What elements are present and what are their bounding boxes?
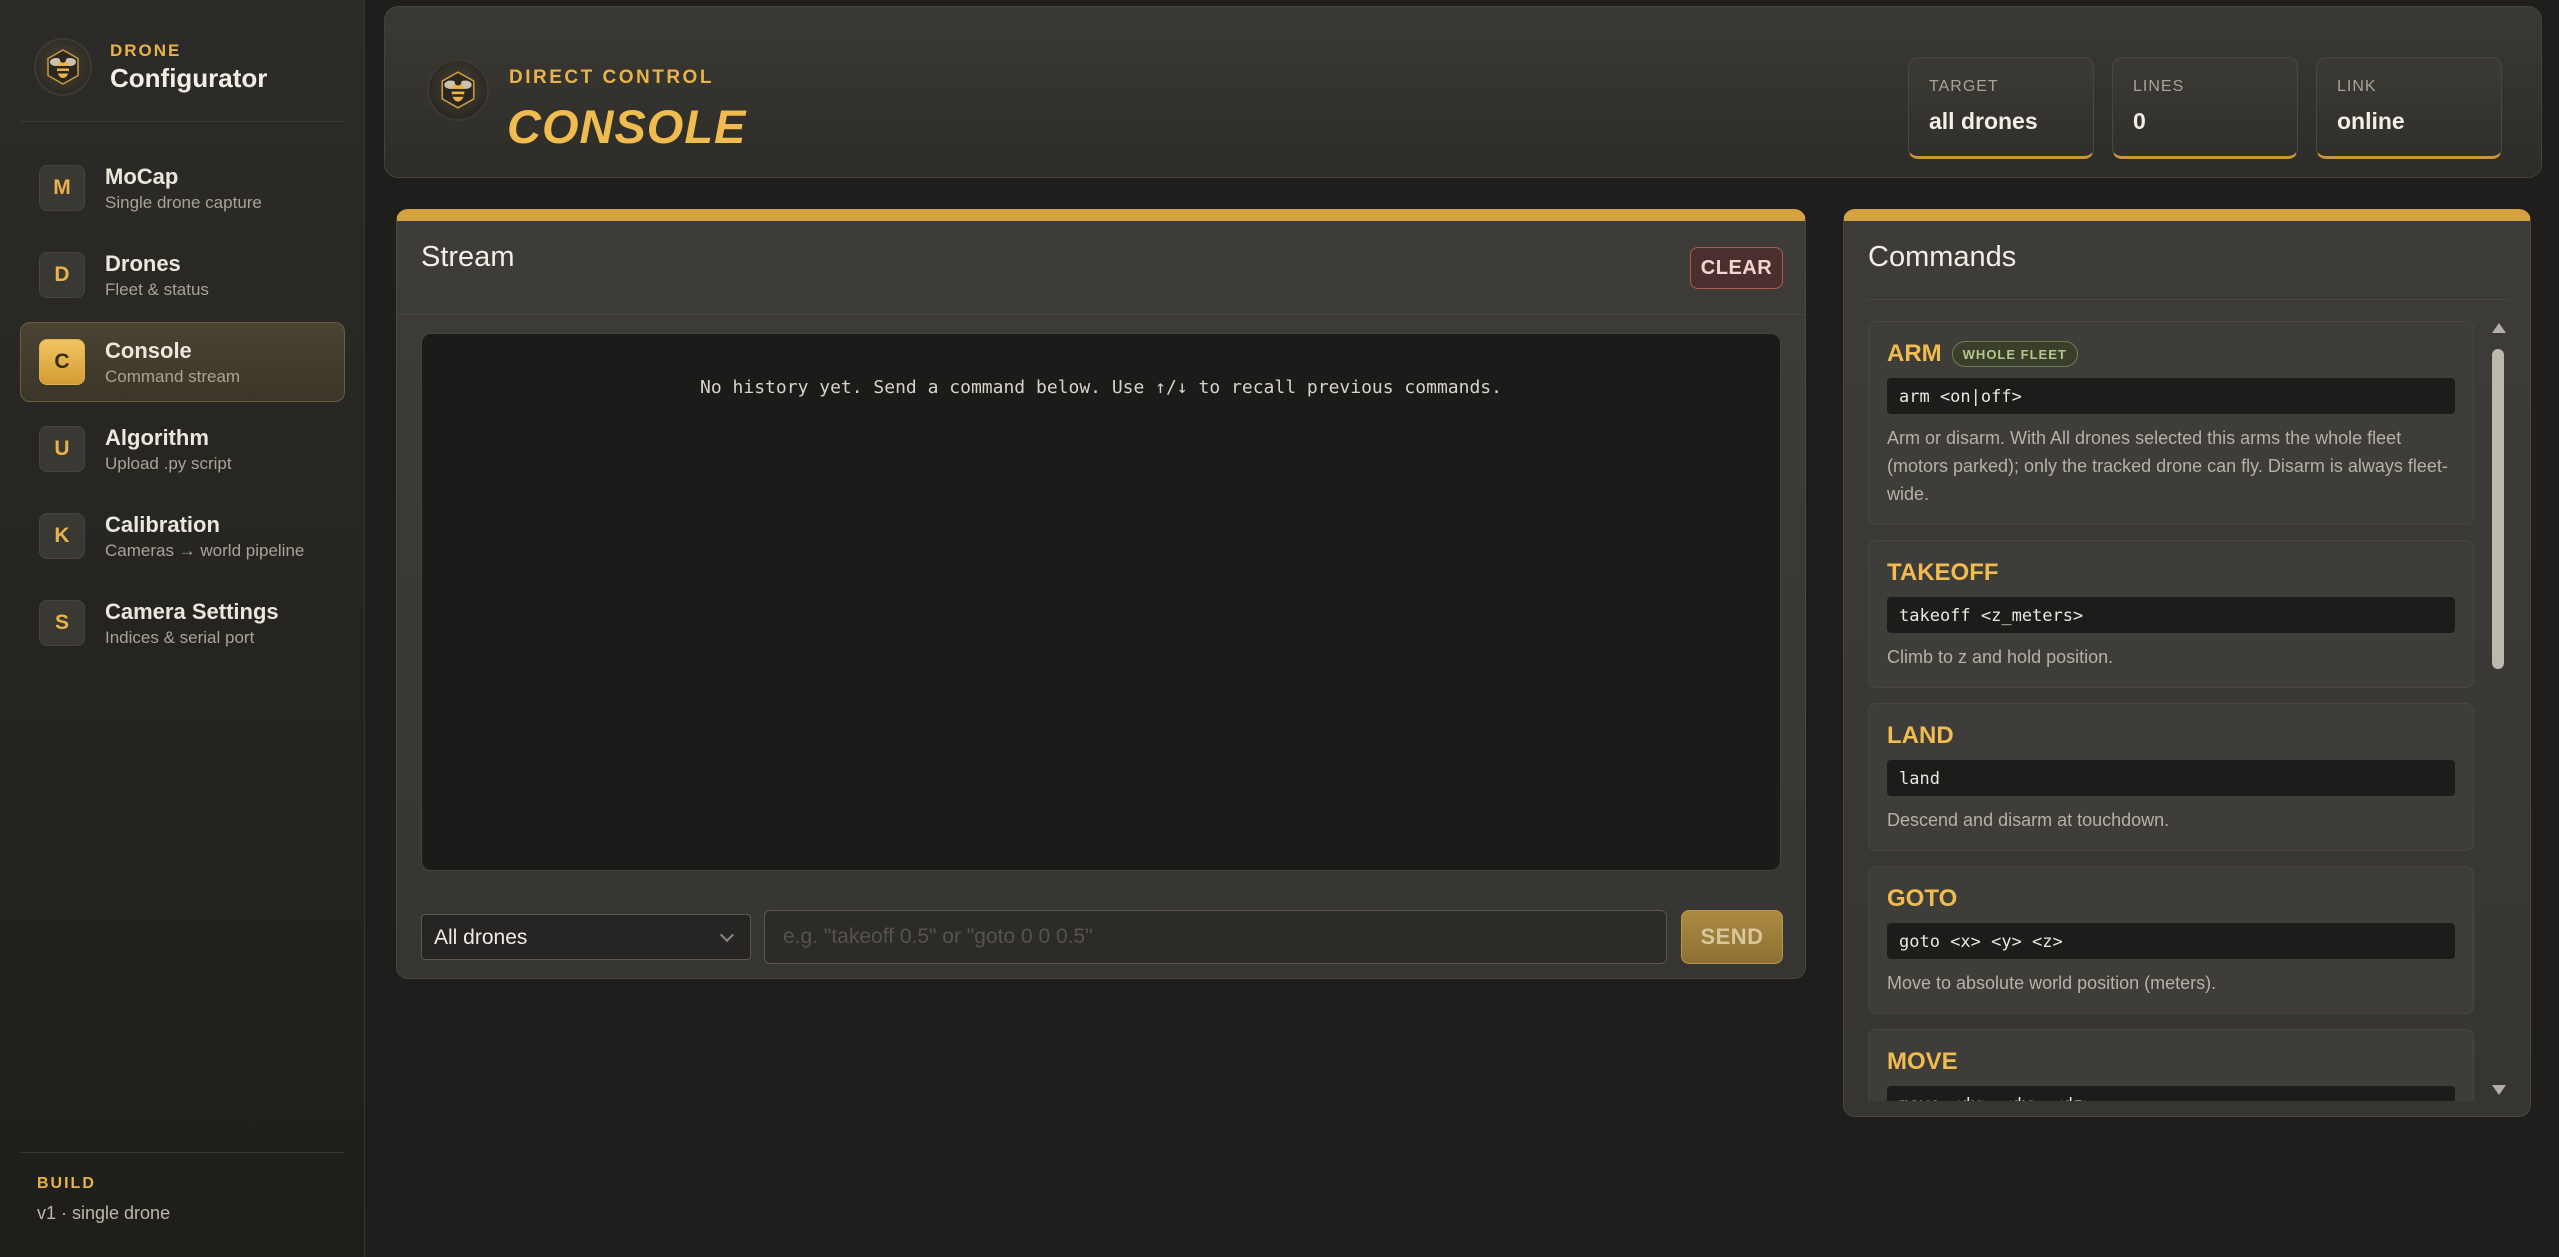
scrollbar-thumb[interactable] xyxy=(2492,349,2504,669)
sidebar-item-label: Algorithm xyxy=(105,424,209,450)
command-description: Climb to z and hold position. xyxy=(1887,647,2114,667)
sidebar-item-subtitle: Cameras → world pipeline xyxy=(105,540,305,560)
command-syntax: move <dx> <dy> <dz> xyxy=(1887,1086,2455,1101)
commands-title: Commands xyxy=(1868,241,2017,273)
command-card-arm[interactable]: ARM WHOLE FLEET arm <on|off> Arm or disa… xyxy=(1868,321,2474,525)
clear-button[interactable]: CLEAR xyxy=(1690,247,1783,289)
command-card-goto[interactable]: GOTO goto <x> <y> <z> Move to absolute w… xyxy=(1868,866,2474,1014)
sidebar-item-label: Calibration xyxy=(105,511,220,537)
sidebar-nav: M MoCap Single drone capture D Drones Fl… xyxy=(20,148,345,670)
brand: DRONE Configurator xyxy=(34,38,267,96)
stat-target: TARGET all drones xyxy=(1908,57,2094,159)
stat-value: 0 xyxy=(2133,108,2146,134)
stat-label: LINK xyxy=(2337,78,2377,95)
build-label: BUILD xyxy=(37,1175,96,1192)
sidebar-item-label: Console xyxy=(105,337,192,363)
chevron-down-icon xyxy=(719,927,735,943)
sidebar-divider xyxy=(20,121,344,122)
command-card-land[interactable]: LAND land Descend and disarm at touchdow… xyxy=(1868,703,2474,851)
page-header: DIRECT CONTROL CONSOLE TARGET all drones… xyxy=(384,6,2542,178)
nav-badge: M xyxy=(39,165,85,211)
command-syntax: takeoff <z_meters> xyxy=(1887,597,2455,633)
divider xyxy=(1868,299,2510,300)
sidebar-item-label: MoCap xyxy=(105,163,179,189)
sidebar: DRONE Configurator M MoCap Single drone … xyxy=(0,0,365,1257)
command-card-move[interactable]: MOVE move <dx> <dy> <dz> xyxy=(1868,1029,2474,1101)
bee-icon xyxy=(427,59,489,121)
command-name: LAND xyxy=(1887,722,1954,749)
stat-label: TARGET xyxy=(1929,78,1999,95)
command-name: MOVE xyxy=(1887,1048,1958,1075)
sidebar-item-subtitle: Indices & serial port xyxy=(105,627,255,647)
sidebar-item-console[interactable]: C Console Command stream xyxy=(20,322,345,402)
command-input[interactable] xyxy=(764,910,1667,964)
commands-panel: Commands ARM WHOLE FLEET arm <on|off> Ar… xyxy=(1843,209,2531,1117)
sidebar-item-camera-settings[interactable]: S Camera Settings Indices & serial port xyxy=(20,583,345,663)
bee-icon xyxy=(34,38,92,96)
sidebar-item-subtitle: Fleet & status xyxy=(105,279,209,299)
nav-badge: C xyxy=(39,339,85,385)
brand-kicker: DRONE xyxy=(110,40,182,60)
command-syntax: land xyxy=(1887,760,2455,796)
divider xyxy=(397,314,1805,315)
console-output[interactable]: No history yet. Send a command below. Us… xyxy=(421,333,1781,871)
sidebar-item-calibration[interactable]: K Calibration Cameras → world pipeline xyxy=(20,496,345,576)
page-title: CONSOLE xyxy=(507,100,747,153)
build-version: v1 · single drone xyxy=(37,1203,171,1223)
nav-badge: D xyxy=(39,252,85,298)
command-description: Move to absolute world position (meters)… xyxy=(1887,973,2217,993)
command-card-takeoff[interactable]: TAKEOFF takeoff <z_meters> Climb to z an… xyxy=(1868,540,2474,688)
brand-title: Configurator xyxy=(110,62,268,93)
empty-history-message: No history yet. Send a command below. Us… xyxy=(700,377,1502,398)
command-list[interactable]: ARM WHOLE FLEET arm <on|off> Arm or disa… xyxy=(1868,321,2474,1101)
command-name: ARM xyxy=(1887,340,1942,367)
target-select[interactable]: All drones xyxy=(421,914,751,960)
sidebar-item-subtitle: Single drone capture xyxy=(105,192,262,212)
stat-value: online xyxy=(2337,108,2405,134)
command-name: GOTO xyxy=(1887,885,1958,912)
sidebar-item-drones[interactable]: D Drones Fleet & status xyxy=(20,235,345,315)
stream-title: Stream xyxy=(421,241,515,273)
command-description: Arm or disarm. With All drones selected … xyxy=(1887,428,2448,504)
command-description: Descend and disarm at touchdown. xyxy=(1887,810,2170,830)
sidebar-item-algorithm[interactable]: U Algorithm Upload .py script xyxy=(20,409,345,489)
nav-badge: S xyxy=(39,600,85,646)
target-select-value: All drones xyxy=(434,926,528,949)
stream-panel: Stream CLEAR No history yet. Send a comm… xyxy=(396,209,1806,979)
sidebar-item-subtitle: Command stream xyxy=(105,366,241,386)
send-button[interactable]: SEND xyxy=(1681,910,1783,964)
stat-label: LINES xyxy=(2133,78,2185,95)
stat-lines: LINES 0 xyxy=(2112,57,2298,159)
nav-badge: K xyxy=(39,513,85,559)
stat-value: all drones xyxy=(1929,108,2038,134)
sidebar-item-mocap[interactable]: M MoCap Single drone capture xyxy=(20,148,345,228)
stat-link: LINK online xyxy=(2316,57,2502,159)
whole-fleet-badge: WHOLE FLEET xyxy=(1951,341,2078,367)
command-syntax: arm <on|off> xyxy=(1887,378,2455,414)
nav-badge: U xyxy=(39,426,85,472)
page-kicker: DIRECT CONTROL xyxy=(509,67,714,88)
scroll-down-icon[interactable] xyxy=(2492,1085,2506,1095)
command-list-scrollbar[interactable] xyxy=(2488,321,2508,1101)
build-divider xyxy=(20,1152,344,1153)
sidebar-item-label: Camera Settings xyxy=(105,598,279,624)
scroll-up-icon[interactable] xyxy=(2492,323,2506,333)
command-name: TAKEOFF xyxy=(1887,559,1999,586)
sidebar-item-subtitle: Upload .py script xyxy=(105,453,232,473)
command-syntax: goto <x> <y> <z> xyxy=(1887,923,2455,959)
sidebar-item-label: Drones xyxy=(105,250,181,276)
